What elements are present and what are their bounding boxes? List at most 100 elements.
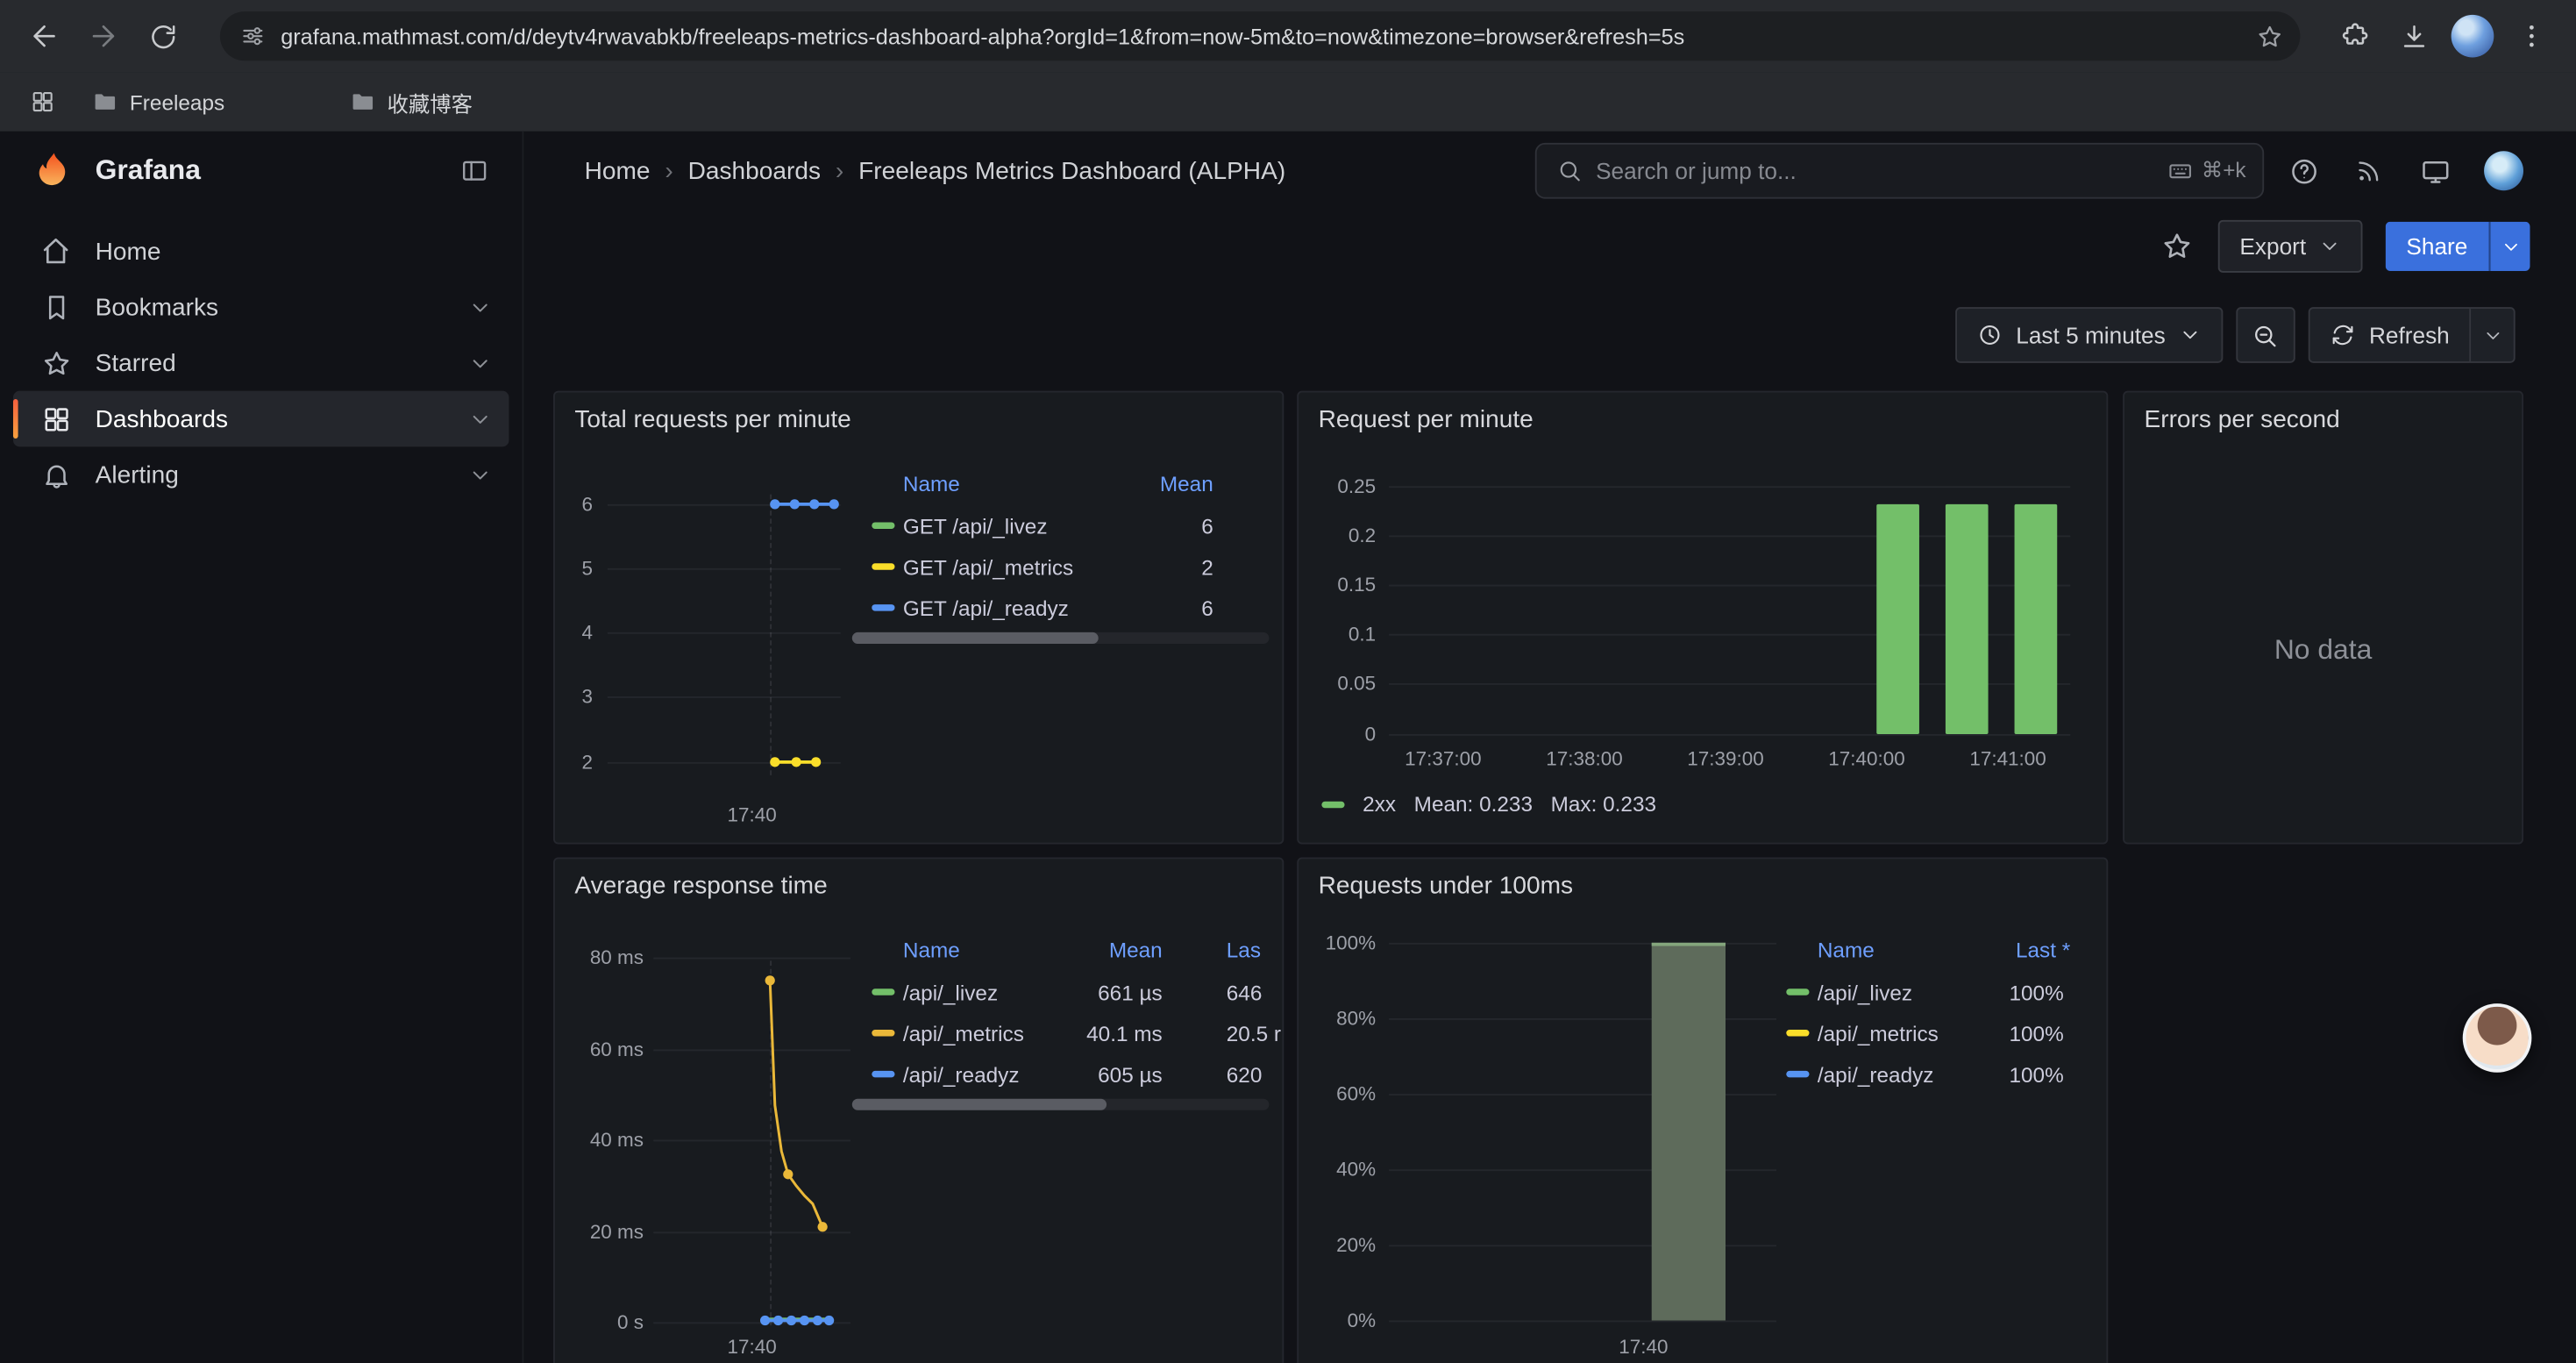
legend-header-name[interactable]: Name	[903, 938, 960, 962]
export-button[interactable]: Export	[2218, 220, 2362, 273]
extensions-icon[interactable]	[2326, 8, 2382, 64]
reload-button[interactable]	[135, 8, 191, 64]
share-button[interactable]: Share	[2385, 222, 2489, 271]
legend-header-mean[interactable]: Mean	[1064, 938, 1162, 962]
zoom-out-icon	[2252, 321, 2280, 349]
legend-header-mean[interactable]: Mean	[1114, 471, 1213, 496]
sidebar-item-dashboards[interactable]: Dashboards	[13, 391, 509, 447]
legend-series-name[interactable]: /api/_metrics	[903, 1022, 1024, 1046]
legend-series-name[interactable]: GET /api/_livez	[903, 514, 1048, 539]
series-color-dash	[1321, 801, 1344, 807]
bookmark-icon	[39, 290, 72, 323]
y-tick: 60 ms	[572, 1038, 644, 1060]
series-color-dash	[872, 988, 894, 995]
export-label: Export	[2239, 233, 2306, 260]
gridline	[770, 960, 772, 1325]
y-tick: 0%	[1317, 1309, 1376, 1331]
bookmark-folder-freeleaps[interactable]: Freeleaps	[79, 81, 238, 124]
scrollbar-thumb[interactable]	[852, 1099, 1107, 1110]
legend-value: 100%	[1965, 1022, 2063, 1046]
legend-series-name[interactable]: /api/_readyz	[1818, 1063, 1934, 1088]
series-color-dash	[872, 1071, 894, 1077]
sidebar-item-alerting[interactable]: Alerting	[13, 446, 509, 503]
chevron-down-icon[interactable]	[466, 294, 493, 320]
refresh-button[interactable]: Refresh	[2310, 309, 2470, 361]
legend-series-name[interactable]: /api/_livez	[903, 981, 998, 1005]
y-tick: 5	[560, 557, 593, 580]
user-avatar[interactable]	[2484, 151, 2523, 190]
downloads-icon[interactable]	[2386, 8, 2442, 64]
monitor-icon[interactable]	[2409, 145, 2461, 197]
bookmark-star-icon[interactable]	[2256, 22, 2284, 50]
favorite-star-icon[interactable]	[2160, 228, 2195, 264]
time-range-label: Last 5 minutes	[2016, 322, 2166, 348]
chevron-down-icon[interactable]	[466, 461, 493, 488]
chevron-down-icon[interactable]	[466, 406, 493, 432]
legend-series-name[interactable]: /api/_metrics	[1818, 1022, 1939, 1046]
gridline	[653, 958, 850, 960]
sidebar-item-label: Home	[96, 238, 161, 266]
back-button[interactable]	[17, 8, 73, 64]
panel-avg-response-time: Average response time 80 ms 60 ms 40 ms …	[553, 857, 1284, 1363]
y-tick: 3	[560, 685, 593, 708]
browser-profile-avatar[interactable]	[2451, 15, 2494, 58]
legend-2xx[interactable]: 2xx Mean: 0.233 Max: 0.233	[1321, 792, 1656, 817]
help-icon[interactable]	[2277, 145, 2330, 197]
url-text[interactable]: grafana.mathmast.com/d/deytv4rwavabkb/fr…	[281, 24, 2241, 48]
x-tick: 17:40	[702, 803, 801, 826]
legend-header-last[interactable]: Las	[1227, 938, 1261, 962]
refresh-interval-caret[interactable]	[2469, 309, 2514, 361]
panel-title[interactable]: Request per minute	[1319, 406, 1534, 434]
breadcrumb-dashboards[interactable]: Dashboards	[688, 157, 821, 185]
series-color-dash	[872, 604, 894, 610]
time-controls-row: Last 5 minutes Refresh	[523, 282, 2576, 388]
legend-series-name[interactable]: /api/_livez	[1818, 981, 1912, 1005]
legend-header-name[interactable]: Name	[903, 471, 960, 496]
dashboard-actions-row: Export Share	[523, 211, 2576, 282]
legend-header-name[interactable]: Name	[1818, 938, 1875, 962]
apps-grid-icon[interactable]	[19, 79, 65, 125]
share-split-button: Share	[2385, 222, 2530, 271]
legend-scrollbar[interactable]	[852, 1099, 1270, 1110]
time-range-picker[interactable]: Last 5 minutes	[1955, 307, 2223, 363]
share-menu-caret[interactable]	[2489, 222, 2530, 271]
x-tick: 17:40	[1594, 1335, 1692, 1358]
legend-header-last[interactable]: Last *	[1972, 938, 2070, 962]
bar-percent	[1652, 943, 1726, 1321]
dashboard-panels: Total requests per minute 6 5 4 3 2	[523, 391, 2576, 1363]
panel-title[interactable]: Requests under 100ms	[1319, 872, 1573, 900]
legend-series-name[interactable]: GET /api/_metrics	[903, 555, 1073, 580]
bookmark-folder-blogs[interactable]: 收藏博客	[337, 81, 486, 124]
folder-icon	[349, 89, 375, 115]
panel-title[interactable]: Total requests per minute	[574, 406, 850, 434]
search-input[interactable]: Search or jump to... ⌘+k	[1535, 143, 2264, 199]
grafana-logo-icon[interactable]	[32, 149, 75, 192]
sidebar-item-home[interactable]: Home	[13, 224, 509, 280]
url-bar[interactable]: grafana.mathmast.com/d/deytv4rwavabkb/fr…	[220, 11, 2300, 61]
sidebar-collapse-icon[interactable]	[450, 146, 499, 196]
forward-button[interactable]	[75, 8, 132, 64]
legend-series-name[interactable]: /api/_readyz	[903, 1063, 1020, 1088]
y-tick: 0 s	[572, 1310, 644, 1333]
scrollbar-thumb[interactable]	[852, 632, 1099, 644]
panel-title[interactable]: Errors per second	[2144, 406, 2339, 434]
search-icon	[1556, 158, 1583, 184]
browser-menu-icon[interactable]	[2504, 8, 2560, 64]
zoom-out-button[interactable]	[2236, 307, 2295, 363]
x-tick: 17:40	[702, 1335, 801, 1358]
sidebar-item-starred[interactable]: Starred	[13, 335, 509, 391]
sidebar-item-bookmarks[interactable]: Bookmarks	[13, 279, 509, 335]
legend-scrollbar[interactable]	[852, 632, 1270, 644]
sidebar: Grafana Home Bookmarks	[0, 132, 523, 1363]
assistant-avatar-widget[interactable]	[2463, 1003, 2532, 1073]
breadcrumb-home[interactable]: Home	[585, 157, 651, 185]
legend-series-name[interactable]: GET /api/_readyz	[903, 596, 1069, 621]
site-info-icon[interactable]	[239, 23, 266, 49]
bar-2xx	[1946, 504, 1989, 734]
top-nav-header: Home › Dashboards › Freeleaps Metrics Da…	[523, 132, 2576, 211]
panel-title[interactable]: Average response time	[574, 872, 827, 900]
legend-series-name[interactable]: 2xx	[1363, 792, 1396, 817]
legend-value: 646	[1227, 981, 1263, 1005]
chevron-down-icon[interactable]	[466, 350, 493, 376]
rss-icon[interactable]	[2343, 145, 2395, 197]
